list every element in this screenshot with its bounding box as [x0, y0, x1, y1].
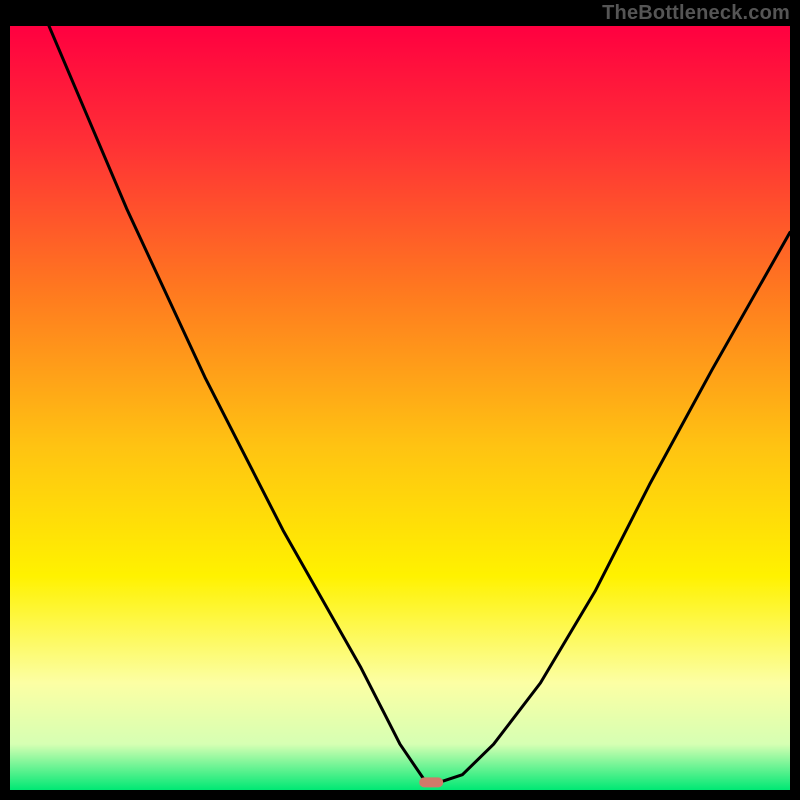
chart-root: TheBottleneck.com: [0, 0, 800, 800]
watermark-text: TheBottleneck.com: [602, 2, 790, 25]
gradient-background: [10, 26, 790, 790]
sweet-spot-marker: [419, 777, 443, 787]
chart-svg: [10, 26, 790, 790]
plot-area: [10, 26, 790, 790]
